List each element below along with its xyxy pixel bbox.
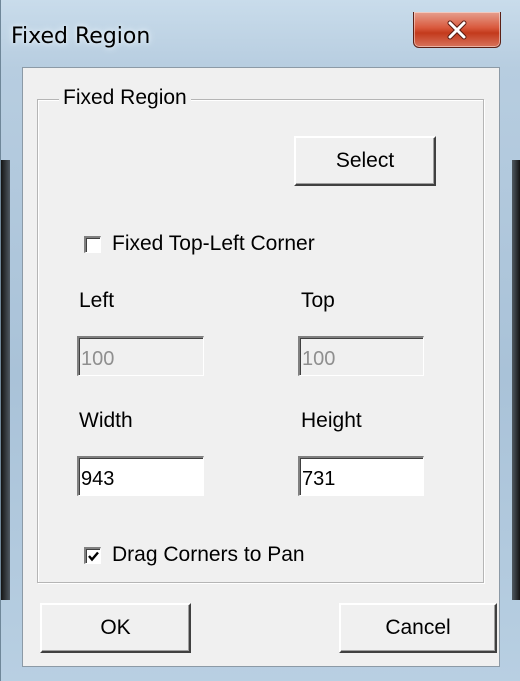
- left-input[interactable]: [77, 336, 204, 376]
- groupbox-label: Fixed Region: [59, 86, 191, 110]
- top-label: Top: [301, 289, 335, 312]
- dialog-client-area: Fixed Region Select Fixed Top-Left Corne…: [22, 67, 500, 667]
- fixed-top-left-label[interactable]: Fixed Top-Left Corner: [112, 232, 315, 256]
- fixed-top-left-checkbox[interactable]: [84, 236, 101, 253]
- left-label: Left: [79, 289, 115, 312]
- width-label: Width: [79, 409, 133, 432]
- window-title: Fixed Region: [11, 24, 151, 49]
- select-button[interactable]: Select: [294, 136, 436, 186]
- background-edge-right: [512, 160, 520, 600]
- checkmark-icon: [88, 551, 99, 562]
- close-button[interactable]: [413, 12, 501, 48]
- top-input[interactable]: [298, 336, 424, 376]
- cancel-button[interactable]: Cancel: [339, 603, 497, 653]
- title-bar[interactable]: Fixed Region: [1, 0, 520, 64]
- height-label: Height: [301, 409, 362, 432]
- background-edge-left: [1, 160, 10, 600]
- drag-corners-checkbox[interactable]: [84, 547, 101, 564]
- ok-button[interactable]: OK: [40, 603, 191, 653]
- drag-corners-label[interactable]: Drag Corners to Pan: [112, 543, 305, 567]
- fixed-region-dialog: Fixed Region Fixed Region Select Fixed T…: [0, 0, 520, 681]
- close-x-icon: [447, 20, 467, 39]
- width-input[interactable]: [77, 456, 204, 496]
- height-input[interactable]: [298, 456, 424, 496]
